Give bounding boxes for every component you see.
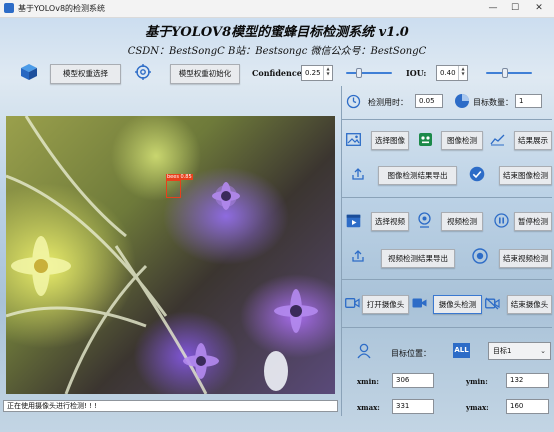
section-divider bbox=[341, 279, 552, 280]
webcam-icon bbox=[418, 212, 431, 228]
spin-arrows-icon[interactable]: ▲ ▼ bbox=[458, 66, 467, 80]
xmin-field: 306 bbox=[392, 373, 434, 388]
pie-chart-icon bbox=[455, 94, 469, 108]
check-circle-icon bbox=[469, 166, 485, 182]
spin-arrows-icon[interactable]: ▲ ▼ bbox=[323, 66, 332, 80]
confidence-value: 0.25 bbox=[305, 69, 321, 77]
ymax-label: ymax: bbox=[466, 403, 489, 412]
page-title: 基于YOLOV8模型的蜜蜂目标检测系统 v1.0 bbox=[145, 25, 409, 40]
pause-icon bbox=[494, 213, 509, 228]
select-image-button[interactable]: 选择图像 bbox=[371, 131, 409, 150]
pause-detect-button[interactable]: 暂停检测 bbox=[514, 212, 552, 231]
app-logo-icon bbox=[4, 3, 14, 13]
confidence-label: Confidence: bbox=[252, 68, 305, 78]
xmax-label: xmax: bbox=[357, 403, 380, 412]
video-file-icon bbox=[346, 214, 361, 228]
iou-label: IOU: bbox=[406, 68, 427, 78]
iou-value: 0.40 bbox=[440, 69, 456, 77]
open-camera-button[interactable]: 打开摄像头 bbox=[362, 295, 409, 314]
video-detect-button[interactable]: 视频检测 bbox=[441, 212, 483, 231]
init-weights-button[interactable]: 模型权重初始化 bbox=[170, 64, 240, 84]
camera-off-icon bbox=[485, 297, 500, 310]
window-title: 基于YOLOv8的检测系统 bbox=[18, 4, 106, 13]
count-label: 目标数量： bbox=[473, 98, 513, 107]
count-field: 1 bbox=[515, 94, 542, 108]
image-detect-button[interactable]: 图像检测 bbox=[441, 131, 483, 150]
stop-circle-icon bbox=[472, 248, 488, 264]
flower-scene-image bbox=[6, 116, 318, 394]
close-button[interactable]: ✕ bbox=[528, 1, 550, 15]
upload-icon bbox=[352, 250, 364, 262]
camera-outline-icon bbox=[345, 298, 360, 308]
ymin-label: ymin: bbox=[466, 377, 488, 386]
stop-image-detect-button[interactable]: 结束图像检测 bbox=[499, 166, 552, 185]
select-weights-button[interactable]: 模型权重选择 bbox=[50, 64, 121, 84]
upload-icon bbox=[352, 168, 364, 180]
camera-filled-icon bbox=[412, 298, 427, 308]
app-window: 基于YOLOv8的检测系统 — ☐ ✕ 基于YOLOV8模型的蜜蜂目标检测系统 … bbox=[0, 0, 554, 432]
export-image-results-button[interactable]: 图像检测结果导出 bbox=[378, 166, 457, 185]
minimize-button[interactable]: — bbox=[482, 1, 504, 15]
cube-icon bbox=[21, 64, 37, 80]
image-detect-icon bbox=[419, 133, 432, 146]
ymax-field: 160 bbox=[506, 399, 549, 414]
user-icon bbox=[357, 343, 371, 359]
stop-video-detect-button[interactable]: 结束视频检测 bbox=[499, 249, 552, 268]
target-select[interactable]: 目标1 ⌄ bbox=[488, 342, 551, 360]
confidence-slider[interactable] bbox=[346, 68, 392, 78]
target-select-value: 目标1 bbox=[493, 347, 512, 355]
maximize-button[interactable]: ☐ bbox=[504, 1, 526, 15]
detection-box bbox=[166, 180, 181, 198]
confidence-slider-track bbox=[346, 72, 392, 74]
panel-divider bbox=[341, 86, 342, 416]
time-field: 0.05 bbox=[415, 94, 443, 108]
iou-spinbox[interactable]: 0.40 ▲ ▼ bbox=[436, 65, 468, 81]
page-subtitle: CSDN：BestSongC B站：Bestsongc 微信公众号：BestSo… bbox=[127, 46, 427, 57]
close-camera-button[interactable]: 结束摄像头 bbox=[507, 295, 552, 314]
ymin-field: 132 bbox=[506, 373, 549, 388]
timer-icon bbox=[346, 94, 361, 109]
target-crosshair-icon bbox=[135, 64, 151, 80]
camera-detect-button[interactable]: 摄像头检测 bbox=[433, 295, 482, 314]
xmax-field: 331 bbox=[392, 399, 434, 414]
section-divider bbox=[341, 327, 552, 328]
iou-slider-handle[interactable] bbox=[502, 68, 508, 78]
title-bar: 基于YOLOv8的检测系统 — ☐ ✕ bbox=[0, 0, 554, 18]
xmin-label: xmin: bbox=[357, 377, 379, 386]
all-badge-icon: ALL bbox=[453, 343, 470, 358]
time-label: 检测用时： bbox=[368, 98, 408, 107]
show-results-button[interactable]: 结果展示 bbox=[514, 131, 552, 150]
confidence-slider-handle[interactable] bbox=[356, 68, 362, 78]
export-video-results-button[interactable]: 视频检测结果导出 bbox=[381, 249, 455, 268]
image-icon bbox=[346, 133, 361, 146]
section-divider bbox=[341, 119, 552, 120]
chevron-down-icon: ⌄ bbox=[540, 347, 546, 355]
status-bar: 正在使用摄像头进行检测! ! ! bbox=[3, 400, 338, 412]
confidence-spinbox[interactable]: 0.25 ▲ ▼ bbox=[301, 65, 333, 81]
section-divider bbox=[341, 197, 552, 198]
iou-slider[interactable] bbox=[486, 68, 532, 78]
detection-label: bees 0.85 bbox=[166, 174, 193, 180]
line-chart-icon bbox=[490, 134, 505, 146]
detection-display: bees 0.85 bbox=[6, 116, 335, 394]
iou-slider-track bbox=[486, 72, 532, 74]
select-video-button[interactable]: 选择视频 bbox=[371, 212, 409, 231]
target-position-label: 目标位置： bbox=[391, 349, 431, 358]
